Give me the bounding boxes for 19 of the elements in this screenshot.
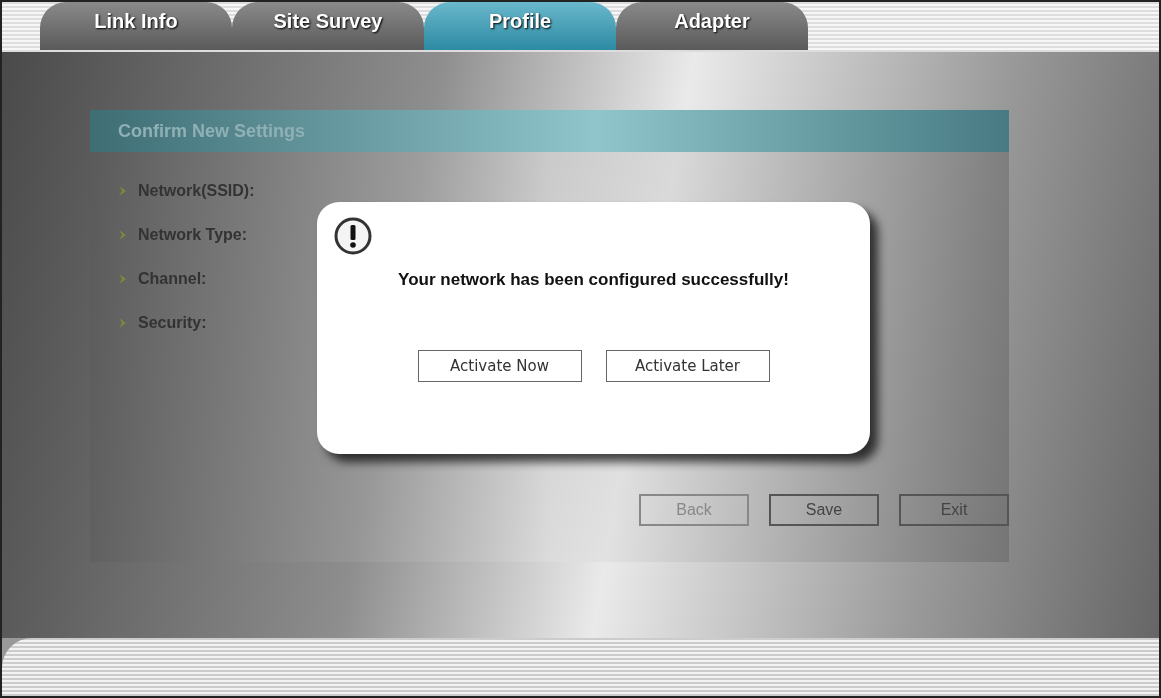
panel-title: Confirm New Settings bbox=[90, 110, 1009, 152]
field-label: Network Type: bbox=[138, 226, 248, 244]
field-label: Security: bbox=[138, 314, 207, 332]
chevron-icon bbox=[118, 185, 128, 197]
field-label: Network(SSID): bbox=[138, 182, 255, 200]
chevron-icon bbox=[118, 317, 128, 329]
panel-button[interactable]: Exit bbox=[899, 494, 1009, 526]
chevron-icon bbox=[118, 229, 128, 241]
tab[interactable]: Link Info bbox=[40, 2, 232, 50]
field-label: Channel: bbox=[138, 270, 207, 288]
panel-button[interactable]: Save bbox=[769, 494, 879, 526]
tab[interactable]: Site Survey bbox=[232, 2, 424, 50]
dialog-message: Your network has been configured successfully! bbox=[398, 270, 789, 290]
tab[interactable]: Adapter bbox=[616, 2, 808, 50]
dialog-button[interactable]: Activate Later bbox=[605, 350, 770, 382]
warning-icon bbox=[333, 216, 373, 256]
tab[interactable]: Profile bbox=[424, 2, 616, 50]
chevron-icon bbox=[118, 273, 128, 285]
dialog-button[interactable]: Activate Now bbox=[417, 350, 582, 382]
